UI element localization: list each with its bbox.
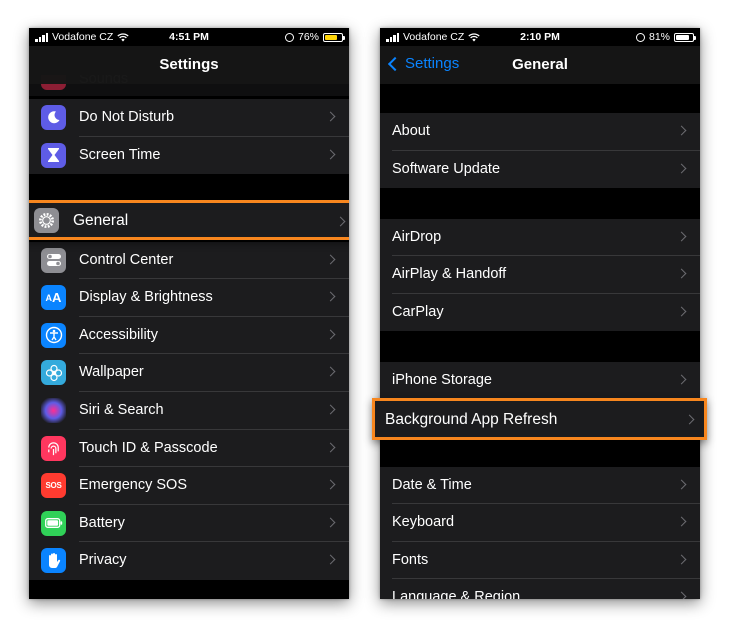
general-item-keyboard[interactable]: Keyboard bbox=[380, 504, 700, 542]
settings-item-do-not-disturb[interactable]: Do Not Disturb bbox=[29, 99, 349, 137]
settings-item-wallpaper[interactable]: Wallpaper bbox=[29, 354, 349, 392]
chevron-right-icon bbox=[676, 231, 687, 241]
chevron-right-icon bbox=[676, 591, 687, 599]
settings-item-label: Battery bbox=[79, 514, 125, 531]
chevron-right-icon bbox=[335, 216, 346, 227]
status-bar: Vodafone CZ 4:51 PM 76% bbox=[29, 28, 349, 46]
general-item-language-region[interactable]: Language & Region bbox=[380, 579, 700, 599]
chevron-right-icon bbox=[676, 479, 687, 489]
chevron-right-icon bbox=[325, 479, 336, 490]
chevron-right-icon bbox=[325, 254, 336, 265]
chevron-right-icon bbox=[325, 149, 336, 160]
gear-icon bbox=[34, 208, 59, 233]
settings-item-privacy[interactable]: Privacy bbox=[29, 542, 349, 580]
battery-percent: 81% bbox=[648, 31, 670, 43]
settings-item-battery[interactable]: Battery bbox=[29, 504, 349, 543]
settings-item-label: Display & Brightness bbox=[79, 289, 213, 306]
general-item-label: Software Update bbox=[392, 160, 501, 177]
chevron-right-icon bbox=[325, 329, 336, 340]
settings-item-control-center[interactable]: Control Center bbox=[29, 241, 349, 280]
general-item-airdrop[interactable]: AirDrop bbox=[380, 218, 700, 257]
settings-item-accessibility[interactable]: Accessibility bbox=[29, 316, 349, 355]
chevron-right-icon bbox=[325, 291, 336, 302]
general-item-label: Language & Region bbox=[392, 589, 521, 599]
alarm-icon bbox=[284, 32, 294, 42]
moon-icon bbox=[41, 105, 66, 130]
general-item-label: About bbox=[392, 123, 430, 139]
general-item-fonts[interactable]: Fonts bbox=[380, 541, 700, 580]
chevron-right-icon bbox=[684, 414, 695, 425]
chevron-right-icon bbox=[676, 125, 687, 136]
fingerprint-icon bbox=[41, 435, 66, 461]
general-item-label: Fonts bbox=[392, 551, 429, 568]
chevron-right-icon bbox=[325, 366, 336, 377]
settings-item-siri-search[interactable]: Siri & Search bbox=[29, 392, 349, 430]
general-item-date-time[interactable]: Date & Time bbox=[380, 466, 700, 505]
page-title: General bbox=[512, 56, 568, 73]
chevron-right-icon bbox=[325, 517, 336, 528]
chevron-right-icon bbox=[676, 374, 687, 384]
navigation-bar: Settings bbox=[29, 46, 349, 84]
chevron-right-icon bbox=[676, 306, 687, 317]
general-item-iphone-storage[interactable]: iPhone Storage bbox=[380, 361, 700, 400]
sos-icon: SOS bbox=[41, 473, 66, 499]
general-item-label: Background App Refresh bbox=[385, 411, 558, 428]
page-title: Settings bbox=[159, 56, 219, 73]
status-bar: Vodafone CZ 2:10 PM 81% bbox=[380, 28, 700, 46]
accessibility-icon bbox=[41, 322, 66, 348]
chevron-right-icon bbox=[676, 163, 687, 174]
settings-item-display-brightness[interactable]: AA Display & Brightness bbox=[29, 279, 349, 317]
settings-item-label: Do Not Disturb bbox=[79, 109, 175, 125]
general-item-about[interactable]: About bbox=[380, 113, 700, 151]
battery-icon bbox=[674, 32, 696, 42]
settings-item-touch-id-passcode[interactable]: Touch ID & Passcode bbox=[29, 429, 349, 468]
settings-item-emergency-sos[interactable]: SOS Emergency SOS bbox=[29, 467, 349, 505]
toggles-icon bbox=[41, 247, 66, 273]
settings-item-label: Control Center bbox=[79, 251, 174, 268]
hourglass-icon bbox=[41, 142, 66, 168]
settings-item-general[interactable]: General bbox=[29, 200, 349, 240]
battery-percent: 76% bbox=[297, 31, 319, 43]
settings-item-label: General bbox=[73, 212, 129, 229]
hand-icon bbox=[41, 548, 66, 574]
chevron-right-icon bbox=[325, 442, 336, 453]
general-item-airplay-handoff[interactable]: AirPlay & Handoff bbox=[380, 256, 700, 294]
text-size-icon: AA bbox=[41, 285, 66, 311]
settings-item-label: Privacy bbox=[79, 552, 127, 569]
general-item-label: AirPlay & Handoff bbox=[392, 266, 507, 283]
chevron-right-icon bbox=[676, 268, 687, 279]
general-item-carplay[interactable]: CarPlay bbox=[380, 293, 700, 332]
flower-icon bbox=[41, 360, 66, 386]
settings-item-screen-time[interactable]: Screen Time bbox=[29, 136, 349, 175]
settings-item-label: Emergency SOS bbox=[79, 477, 187, 494]
settings-item-label: Wallpaper bbox=[79, 364, 144, 381]
siri-icon bbox=[41, 398, 66, 423]
chevron-right-icon bbox=[676, 516, 687, 527]
chevron-right-icon bbox=[676, 554, 687, 565]
general-item-label: iPhone Storage bbox=[392, 371, 492, 388]
general-item-software-update[interactable]: Software Update bbox=[380, 150, 700, 189]
general-item-label: CarPlay bbox=[392, 303, 444, 320]
general-item-label: Date & Time bbox=[392, 476, 472, 493]
settings-item-label: Touch ID & Passcode bbox=[79, 439, 218, 456]
settings-item-label: Screen Time bbox=[79, 146, 161, 163]
chevron-right-icon bbox=[325, 554, 336, 565]
settings-item-label: Siri & Search bbox=[79, 402, 164, 418]
chevron-right-icon bbox=[325, 111, 336, 122]
phone-settings-screen: Vodafone CZ 4:51 PM 76% Settings Sounds … bbox=[29, 28, 349, 599]
alarm-icon bbox=[635, 32, 645, 42]
chevron-right-icon bbox=[325, 404, 336, 415]
battery-icon bbox=[41, 510, 66, 536]
settings-item-label: Accessibility bbox=[79, 326, 158, 343]
general-item-label: AirDrop bbox=[392, 228, 442, 245]
navigation-bar: Settings General bbox=[380, 46, 700, 84]
phone-general-screen: Vodafone CZ 2:10 PM 81% Settings General… bbox=[380, 28, 700, 599]
battery-icon bbox=[323, 32, 345, 42]
general-item-background-app-refresh[interactable]: Background App Refresh bbox=[372, 398, 707, 440]
general-item-label: Keyboard bbox=[392, 514, 455, 531]
